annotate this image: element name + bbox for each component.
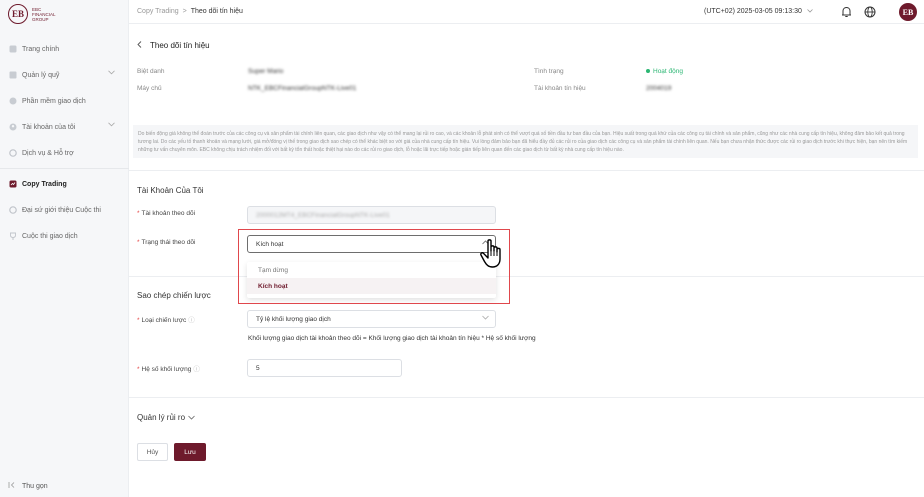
cancel-button[interactable]: Hủy bbox=[137, 443, 168, 461]
sidebar-item-home[interactable]: Trang chính bbox=[0, 36, 129, 62]
globe-icon[interactable] bbox=[863, 5, 877, 19]
my-account-title: Tài Khoản Của Tôi bbox=[137, 186, 204, 195]
user-icon bbox=[8, 123, 17, 132]
sidebar-item-support[interactable]: Dịch vụ & Hỗ trợ bbox=[0, 140, 129, 166]
signal-account-value: 2004019 bbox=[646, 85, 672, 92]
home-icon bbox=[8, 45, 17, 54]
strategy-type-select[interactable]: Tỷ lệ khối lượng giao dịch bbox=[247, 310, 496, 328]
volume-factor-value: 5 bbox=[256, 364, 260, 372]
timezone-selector[interactable]: (UTC+02) 2025-03-05 09:13:30 bbox=[704, 8, 813, 15]
breadcrumb-separator: > bbox=[182, 8, 187, 15]
follow-account-value: 2000012MT4_EBCFinancialGroupNTK-Live01 bbox=[256, 211, 390, 219]
logo-mark: EB bbox=[8, 4, 28, 24]
volume-factor-label: * Hệ số khối lượng ⓘ bbox=[137, 366, 200, 373]
collapse-label: Thu gọn bbox=[22, 482, 48, 490]
follow-account-label: * Tài khoản theo dõi bbox=[137, 210, 196, 217]
timezone-value: (UTC+02) 2025-03-05 09:13:30 bbox=[704, 8, 802, 15]
nickname-label: Biệt danh bbox=[137, 68, 165, 75]
save-button[interactable]: Lưu bbox=[174, 443, 206, 461]
collapse-icon bbox=[8, 481, 16, 491]
chevron-down-icon bbox=[807, 8, 813, 15]
sidebar-item-label: Quản lý quỹ bbox=[22, 71, 60, 79]
sidebar-item-label: Trang chính bbox=[22, 45, 60, 53]
risk-disclaimer: Do biến động giá không thể đoán trước củ… bbox=[133, 125, 918, 158]
sidebar-item-ambassador[interactable]: Đại sứ giới thiệu Cuộc thi bbox=[0, 197, 129, 223]
collapse-button[interactable]: Thu gọn bbox=[8, 481, 48, 491]
breadcrumb: Copy Trading > Theo dõi tín hiệu bbox=[137, 8, 243, 15]
section-divider bbox=[129, 170, 924, 171]
volume-formula: Khối lượng giao dịch tài khoản theo dõi … bbox=[248, 335, 536, 342]
strategy-type-value: Tỷ lệ khối lượng giao dịch bbox=[256, 315, 331, 323]
owner-value: NTK_EBCFinancialGroupNTK-Live01 bbox=[248, 85, 357, 92]
highlight-box bbox=[238, 229, 510, 304]
sidebar-nav: Trang chính Quản lý quỹ Phần mềm giao dị… bbox=[0, 36, 129, 249]
strategy-type-label: * Loại chiến lược ⓘ bbox=[137, 317, 195, 324]
sidebar-item-label: Tài khoản của tôi bbox=[22, 123, 76, 131]
status-label: Tình trạng bbox=[534, 68, 564, 75]
bell-icon[interactable] bbox=[839, 5, 853, 19]
page-title-text: Theo dõi tín hiệu bbox=[150, 41, 210, 50]
sidebar-item-label: Cuộc thi giao dịch bbox=[22, 232, 78, 240]
top-bar: Copy Trading > Theo dõi tín hiệu (UTC+02) … bbox=[129, 0, 924, 24]
sidebar-item-label: Đại sứ giới thiệu Cuộc thi bbox=[22, 206, 101, 214]
back-icon[interactable] bbox=[137, 41, 142, 50]
sidebar-item-label: Dịch vụ & Hỗ trợ bbox=[22, 149, 74, 157]
volume-factor-input[interactable]: 5 bbox=[247, 359, 402, 377]
software-icon bbox=[8, 97, 17, 106]
status-dot bbox=[646, 69, 650, 74]
follow-status-label: * Trạng thái theo dõi bbox=[137, 239, 196, 246]
copy-strategy-title: Sao chép chiến lược bbox=[137, 291, 211, 300]
hand-cursor-icon bbox=[480, 239, 501, 268]
chevron-down-icon bbox=[108, 70, 115, 77]
status-badge: Hoạt động bbox=[646, 68, 683, 75]
breadcrumb-root[interactable]: Copy Trading bbox=[137, 8, 179, 15]
section-divider bbox=[129, 397, 924, 398]
follow-account-field: 2000012MT4_EBCFinancialGroupNTK-Live01 bbox=[247, 206, 496, 224]
help-icon: ⓘ bbox=[193, 366, 200, 373]
avatar[interactable]: EB bbox=[899, 3, 917, 21]
sidebar: EB EBC FINANCIAL GROUP Trang chính Quản … bbox=[0, 0, 129, 497]
ambassador-icon bbox=[8, 206, 17, 215]
copy-trading-icon bbox=[8, 180, 17, 189]
risk-management-toggle[interactable]: Quản lý rủi ro bbox=[137, 413, 195, 422]
sidebar-item-label: Copy Trading bbox=[22, 180, 67, 188]
sidebar-item-fund[interactable]: Quản lý quỹ bbox=[0, 62, 129, 88]
risk-management-label: Quản lý rủi ro bbox=[137, 413, 186, 422]
top-icons bbox=[839, 5, 887, 19]
page-title: Theo dõi tín hiệu bbox=[137, 41, 210, 50]
fund-icon bbox=[8, 71, 17, 80]
logo-text: EBC FINANCIAL GROUP bbox=[32, 6, 56, 22]
sidebar-item-account[interactable]: Tài khoản của tôi bbox=[0, 114, 129, 140]
owner-label: Máy chủ bbox=[137, 85, 162, 92]
trophy-icon bbox=[8, 232, 17, 241]
sidebar-divider bbox=[0, 168, 129, 169]
chevron-down-icon bbox=[188, 413, 195, 422]
sidebar-item-software[interactable]: Phần mềm giao dịch bbox=[0, 88, 129, 114]
signal-account-label: Tài khoản tín hiệu bbox=[534, 85, 586, 92]
sidebar-item-label: Phần mềm giao dịch bbox=[22, 97, 86, 105]
sidebar-item-contest[interactable]: Cuộc thi giao dịch bbox=[0, 223, 129, 249]
support-icon bbox=[8, 149, 17, 158]
chevron-down-icon bbox=[482, 315, 489, 322]
logo[interactable]: EB EBC FINANCIAL GROUP bbox=[8, 4, 56, 24]
help-icon: ⓘ bbox=[188, 317, 195, 324]
sidebar-item-copy-trading[interactable]: Copy Trading bbox=[0, 171, 129, 197]
nickname-value: Super Mario bbox=[248, 68, 284, 75]
chevron-down-icon bbox=[108, 122, 115, 129]
breadcrumb-current: Theo dõi tín hiệu bbox=[190, 8, 243, 15]
